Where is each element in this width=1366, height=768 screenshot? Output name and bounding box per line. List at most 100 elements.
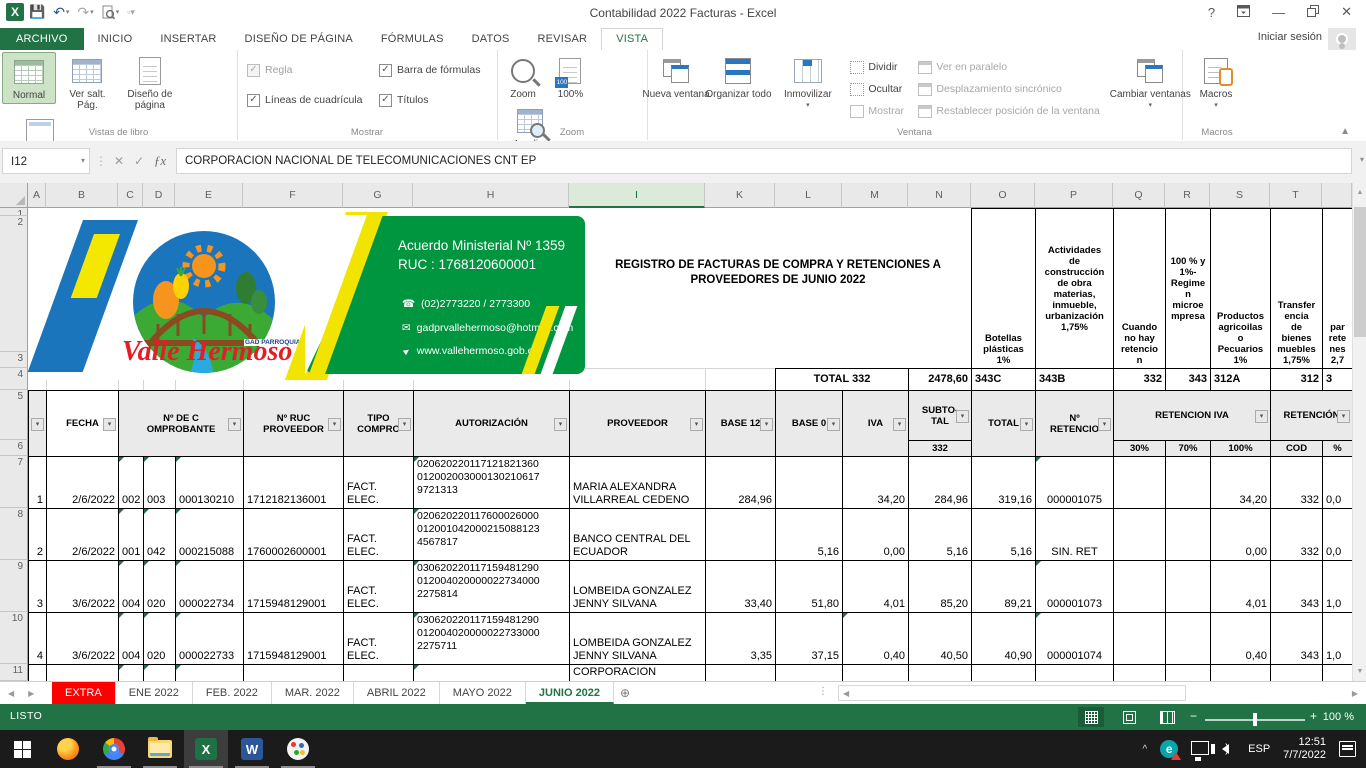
- cell-M9[interactable]: 4,01: [842, 560, 908, 612]
- column-header-T[interactable]: T: [1270, 183, 1322, 208]
- column-header-E[interactable]: E: [175, 183, 243, 208]
- cell-T8[interactable]: 332: [1270, 508, 1322, 560]
- cell-K7[interactable]: 284,96: [705, 456, 775, 508]
- zoom-slider-thumb[interactable]: [1253, 713, 1257, 726]
- row-header-5[interactable]: 5: [0, 390, 28, 440]
- filter-dropdown-icon[interactable]: ▾: [893, 418, 906, 431]
- cell-P9[interactable]: 000001073: [1035, 560, 1113, 612]
- tab-diseno-de-pagina[interactable]: DISEÑO DE PÁGINA: [231, 28, 367, 50]
- view-side-by-side-button[interactable]: Ver en paralelo: [918, 56, 1099, 78]
- subheader-S[interactable]: 100%: [1210, 440, 1270, 456]
- column-header-R[interactable]: R: [1165, 183, 1210, 208]
- header-B[interactable]: FECHA▾: [46, 390, 118, 456]
- cell-H11[interactable]: [413, 664, 569, 681]
- split-button[interactable]: Dividir: [850, 56, 904, 78]
- cell-B11[interactable]: [46, 664, 118, 681]
- zoom-in-button[interactable]: +: [1310, 710, 1317, 723]
- header-TU[interactable]: RETENCIÓN▾: [1270, 390, 1352, 440]
- unhide-button[interactable]: Mostrar: [850, 100, 904, 122]
- column-header-N[interactable]: N: [908, 183, 971, 208]
- zoom-percentage[interactable]: 100 %: [1323, 711, 1354, 723]
- tab-insertar[interactable]: INSERTAR: [146, 28, 230, 50]
- filter-dropdown-icon[interactable]: ▾: [228, 418, 241, 431]
- volume-icon[interactable]: [1222, 744, 1229, 754]
- sheet-tab-junio-2022[interactable]: JUNIO 2022: [526, 682, 614, 704]
- cell-U8[interactable]: 0,0: [1322, 508, 1352, 560]
- tall-header-Q[interactable]: Cuando no hay retencio n: [1113, 208, 1165, 368]
- total-cell-T[interactable]: 312: [1270, 368, 1322, 390]
- macros-button[interactable]: Macros ▾: [1188, 52, 1244, 113]
- row-header-10[interactable]: 10: [0, 612, 28, 664]
- subheader-Q[interactable]: 30%: [1113, 440, 1165, 456]
- page-layout-view-button[interactable]: Diseño de página: [119, 52, 181, 113]
- column-header-D[interactable]: D: [143, 183, 175, 208]
- tab-vista[interactable]: VISTA: [601, 28, 663, 51]
- filter-dropdown-icon[interactable]: ▾: [1255, 410, 1268, 423]
- total-cell-P[interactable]: 343B: [1035, 368, 1113, 390]
- header-F[interactable]: Nº RUC PROVEEDOR▾: [243, 390, 343, 456]
- collapse-ribbon-button[interactable]: ▲: [1340, 126, 1350, 137]
- total-cell-Q[interactable]: 332: [1113, 368, 1165, 390]
- cell-N10[interactable]: 40,50: [908, 612, 971, 664]
- cell-P10[interactable]: 000001074: [1035, 612, 1113, 664]
- header-P[interactable]: Nº RETENCIO▾: [1035, 390, 1113, 456]
- language-indicator[interactable]: ESP: [1248, 743, 1270, 755]
- cell-D7[interactable]: 003: [143, 456, 175, 508]
- cell-R10[interactable]: [1165, 612, 1210, 664]
- expand-formula-bar-icon[interactable]: ▾: [1360, 155, 1364, 164]
- cell-H10[interactable]: 030620220117159481290 012004020000022733…: [413, 612, 569, 664]
- sheet-tab-mar-2022[interactable]: MAR. 2022: [272, 682, 354, 704]
- cell-Q7[interactable]: [1113, 456, 1165, 508]
- sign-in-link[interactable]: Iniciar sesión: [1258, 31, 1322, 43]
- cell-U11[interactable]: [1322, 664, 1352, 681]
- row-header-11[interactable]: 11: [0, 664, 28, 681]
- column-header-I[interactable]: I: [569, 183, 705, 208]
- sheet-tab-mayo-2022[interactable]: MAYO 2022: [440, 682, 526, 704]
- cell-Q10[interactable]: [1113, 612, 1165, 664]
- filter-dropdown-icon[interactable]: ▾: [554, 418, 567, 431]
- header-G[interactable]: TIPO COMPRO▾: [343, 390, 413, 456]
- tab-splitter-icon[interactable]: ⋮: [818, 686, 828, 697]
- reset-window-position-button[interactable]: Restablecer posición de la ventana: [918, 100, 1099, 122]
- total-cell-LM[interactable]: TOTAL 332: [775, 368, 908, 390]
- freeze-panes-button[interactable]: Inmovilizar ▾: [774, 52, 842, 113]
- cell-A7[interactable]: 1: [28, 456, 46, 508]
- cell-M7[interactable]: 34,20: [842, 456, 908, 508]
- row-header-9[interactable]: 9: [0, 560, 28, 612]
- switch-windows-button[interactable]: Cambiar ventanas ▾: [1116, 52, 1184, 113]
- tall-header-U[interactable]: par rete nes 2,7: [1322, 208, 1352, 368]
- cell-A10[interactable]: 4: [28, 612, 46, 664]
- tab-formulas[interactable]: FÓRMULAS: [367, 28, 458, 50]
- cell-M8[interactable]: 0,00: [842, 508, 908, 560]
- cell-F8[interactable]: 1760002600001: [243, 508, 343, 560]
- cell-R11[interactable]: [1165, 664, 1210, 681]
- cell-G7[interactable]: FACT. ELEC.: [343, 456, 413, 508]
- column-header-M[interactable]: M: [842, 183, 908, 208]
- cell-L11[interactable]: [775, 664, 842, 681]
- cell-K10[interactable]: 3,35: [705, 612, 775, 664]
- column-header-P[interactable]: P: [1035, 183, 1113, 208]
- vertical-scrollbar[interactable]: ▲ ▼: [1352, 183, 1366, 681]
- avatar[interactable]: [1328, 28, 1356, 50]
- taskbar-word[interactable]: W: [230, 730, 274, 768]
- cell-M10[interactable]: 0,40: [842, 612, 908, 664]
- row-header-7[interactable]: 7: [0, 456, 28, 508]
- cell-C7[interactable]: 002: [118, 456, 143, 508]
- hide-button[interactable]: Ocultar: [850, 78, 904, 100]
- action-center-icon[interactable]: [1339, 741, 1356, 757]
- total-cell-O[interactable]: 343C: [971, 368, 1035, 390]
- zoom-100-button[interactable]: 100 100%: [549, 52, 591, 102]
- cell-Q8[interactable]: [1113, 508, 1165, 560]
- close-button[interactable]: ✕: [1341, 4, 1352, 20]
- row-header-2[interactable]: 2: [0, 216, 28, 352]
- cell-P11[interactable]: [1035, 664, 1113, 681]
- cell-F10[interactable]: 1715948129001: [243, 612, 343, 664]
- column-header-O[interactable]: O: [971, 183, 1035, 208]
- total-cell-N[interactable]: 2478,60: [908, 368, 971, 390]
- header-K[interactable]: BASE 12▾: [705, 390, 775, 456]
- cell-S9[interactable]: 4,01: [1210, 560, 1270, 612]
- prev-sheet-arrow-icon[interactable]: ◀: [8, 689, 14, 698]
- cell-G10[interactable]: FACT. ELEC.: [343, 612, 413, 664]
- cell-L10[interactable]: 37,15: [775, 612, 842, 664]
- header-A[interactable]: ▾: [28, 390, 46, 456]
